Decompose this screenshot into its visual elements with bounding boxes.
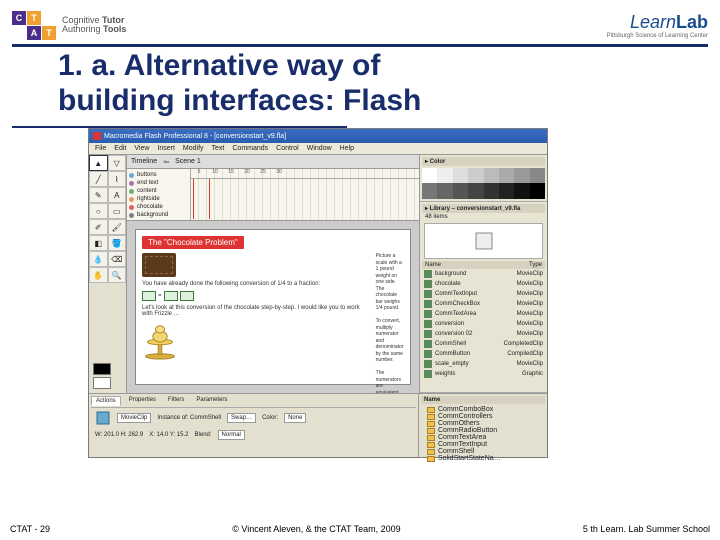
color-panel-header[interactable]: ▸ Color bbox=[422, 157, 545, 166]
menu-item[interactable]: Modify bbox=[183, 145, 204, 152]
pencil-tool-icon[interactable]: ✐ bbox=[89, 219, 108, 235]
eraser-tool-icon[interactable]: ⌫ bbox=[108, 251, 127, 267]
pos-readout: X: 14.0 Y: 15.2 bbox=[149, 432, 188, 438]
swap-button[interactable]: Swap… bbox=[227, 413, 256, 423]
timeline-frames[interactable]: 51015202530 bbox=[191, 169, 419, 220]
actions-tab[interactable]: Actions bbox=[91, 396, 121, 406]
text-tool-icon[interactable]: A bbox=[108, 187, 127, 203]
instance-label: Instance of: CommShell bbox=[157, 415, 221, 421]
color-dropdown[interactable]: None bbox=[284, 413, 306, 423]
scale-icon bbox=[142, 323, 178, 361]
selection-tool-icon[interactable]: ▲ bbox=[89, 155, 108, 171]
instruction-text: Let's look at this conversion of the cho… bbox=[142, 305, 368, 317]
menu-item[interactable]: Text bbox=[212, 145, 225, 152]
document-tabs: Timeline ⇦ Scene 1 bbox=[127, 155, 419, 169]
learnlab-logo: LearnLab Pittsburgh Science of Learning … bbox=[607, 12, 708, 39]
fill-swatch[interactable] bbox=[93, 377, 111, 389]
footer-left: CTAT - 29 bbox=[10, 524, 50, 534]
timeline-panel[interactable]: buttons end text content rightside choco… bbox=[127, 169, 419, 221]
menu-item[interactable]: Insert bbox=[157, 145, 175, 152]
menu-item[interactable]: File bbox=[95, 145, 106, 152]
hint-text: Picture a scale with a 1 pound weight on… bbox=[376, 253, 404, 312]
slide-title: 1. a. Alternative way of building interf… bbox=[0, 47, 720, 122]
size-readout: W: 201.0 H: 262.9 bbox=[95, 432, 143, 438]
color-label: Color: bbox=[262, 415, 278, 421]
stroke-swatch[interactable] bbox=[93, 363, 111, 375]
eyedrop-tool-icon[interactable]: 💧 bbox=[89, 251, 108, 267]
filters-tab[interactable]: Filters bbox=[164, 396, 188, 406]
subselect-tool-icon[interactable]: ▽ bbox=[108, 155, 127, 171]
components-tree[interactable]: Name CommComboBox CommControllers CommOt… bbox=[419, 394, 547, 457]
scene-tab[interactable]: Scene 1 bbox=[175, 158, 201, 165]
library-panel-header[interactable]: ▸ Library – conversionstart_v9.fla bbox=[422, 204, 545, 213]
bucket-tool-icon[interactable]: 🪣 bbox=[108, 235, 127, 251]
app-titlebar: Macromedia Flash Professional 8 - [conve… bbox=[89, 129, 547, 143]
lasso-tool-icon[interactable]: ⌇ bbox=[108, 171, 127, 187]
clip-icon bbox=[95, 410, 111, 426]
slide-footer: CTAT - 29 © Vincent Aleven, & the CTAT T… bbox=[0, 524, 720, 534]
oval-tool-icon[interactable]: ○ bbox=[89, 203, 108, 219]
problem-title: The "Chocolate Problem" bbox=[142, 236, 244, 249]
symbol-type-dropdown[interactable]: MovieClip bbox=[117, 413, 151, 423]
ctat-subtitle: Authoring Tools bbox=[62, 25, 126, 34]
ctat-logo: C T A T Cognitive Tutor Authoring Tools bbox=[12, 11, 126, 40]
color-mixer[interactable] bbox=[422, 168, 545, 199]
blend-label: Blend: bbox=[195, 432, 212, 438]
pen-tool-icon[interactable]: ✎ bbox=[89, 187, 108, 203]
ctat-block: C bbox=[12, 11, 26, 25]
slide-header: C T A T Cognitive Tutor Authoring Tools … bbox=[0, 0, 720, 44]
flash-app-icon bbox=[93, 132, 101, 140]
right-dock: ▸ Color ▸ Library – conversionstart_v9.f… bbox=[419, 155, 547, 393]
library-count: 48 items bbox=[422, 213, 545, 221]
stage[interactable]: The "Chocolate Problem" You have already… bbox=[135, 229, 411, 385]
footer-right: 5 th Learn. Lab Summer School bbox=[583, 524, 710, 534]
ctat-block: T bbox=[27, 11, 41, 25]
ctat-block: T bbox=[42, 26, 56, 40]
blend-dropdown[interactable]: Normal bbox=[218, 430, 245, 440]
hint-text: The numerators are equivalent. bbox=[376, 370, 404, 393]
menu-item[interactable]: Control bbox=[276, 145, 299, 152]
intro-text: You have already done the following conv… bbox=[142, 281, 368, 287]
menu-item[interactable]: View bbox=[134, 145, 149, 152]
hand-tool-icon[interactable]: ✋ bbox=[89, 267, 108, 283]
properties-tab[interactable]: Properties bbox=[125, 396, 160, 406]
timeline-tab[interactable]: Timeline bbox=[131, 158, 157, 165]
preview-icon bbox=[472, 229, 496, 253]
hint-text: To convert, multiply numerator and denom… bbox=[376, 318, 404, 364]
ink-tool-icon[interactable]: ◧ bbox=[89, 235, 108, 251]
flash-ide-screenshot: Macromedia Flash Professional 8 - [conve… bbox=[88, 128, 548, 458]
properties-panel[interactable]: Actions Properties Filters Parameters Mo… bbox=[89, 394, 419, 457]
menu-bar[interactable]: File Edit View Insert Modify Text Comman… bbox=[89, 143, 547, 155]
window-title: Macromedia Flash Professional 8 - [conve… bbox=[104, 133, 543, 140]
parameters-tab[interactable]: Parameters bbox=[192, 396, 231, 406]
rect-tool-icon[interactable]: ▭ bbox=[108, 203, 127, 219]
footer-center: © Vincent Aleven, & the CTAT Team, 2009 bbox=[232, 524, 400, 534]
ctat-block: A bbox=[27, 26, 41, 40]
chocolate-icon bbox=[142, 253, 176, 277]
menu-item[interactable]: Help bbox=[340, 145, 354, 152]
fraction-inputs[interactable]: = bbox=[142, 291, 368, 301]
library-preview bbox=[424, 223, 543, 259]
menu-item[interactable]: Window bbox=[307, 145, 332, 152]
layer-list[interactable]: buttons end text content rightside choco… bbox=[127, 169, 191, 220]
zoom-tool-icon[interactable]: 🔍 bbox=[108, 267, 127, 283]
menu-item[interactable]: Edit bbox=[114, 145, 126, 152]
brush-tool-icon[interactable]: 🖌 bbox=[108, 219, 127, 235]
menu-item[interactable]: Commands bbox=[232, 145, 268, 152]
line-tool-icon[interactable]: ╱ bbox=[89, 171, 108, 187]
tools-panel[interactable]: ▲▽ ╱⌇ ✎A ○▭ ✐🖌 ◧🪣 💧⌫ ✋🔍 bbox=[89, 155, 127, 393]
